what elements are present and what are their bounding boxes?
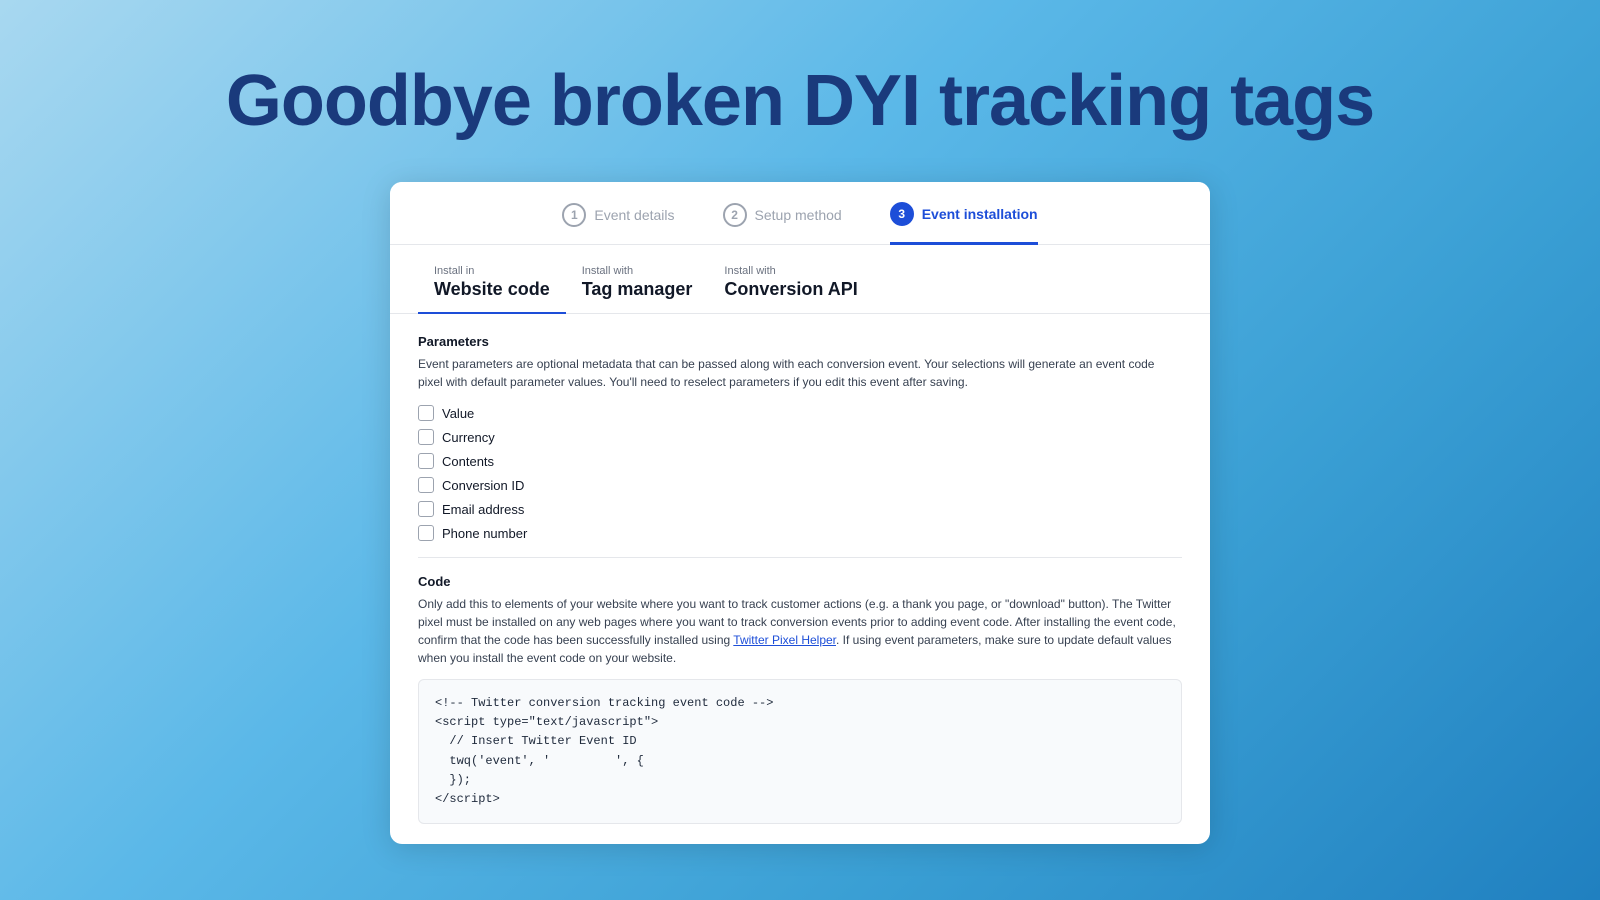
checkbox-phone[interactable]: [418, 525, 434, 541]
step-1-label: Event details: [594, 207, 674, 223]
checkbox-conversion[interactable]: [418, 477, 434, 493]
code-section-title: Code: [418, 574, 1182, 589]
checkbox-phone-row: Phone number: [418, 525, 1182, 541]
checkbox-currency[interactable]: [418, 429, 434, 445]
checkbox-contents[interactable]: [418, 453, 434, 469]
step-3-label: Event installation: [922, 206, 1038, 222]
parameters-section: Parameters Event parameters are optional…: [418, 334, 1182, 541]
step-3-number: 3: [898, 207, 905, 221]
tab-api-main: Conversion API: [724, 279, 857, 300]
step-3[interactable]: 3 Event installation: [890, 202, 1038, 245]
tab-website-main: Website code: [434, 279, 550, 300]
step-1-number: 1: [571, 208, 578, 222]
checkbox-value-row: Value: [418, 405, 1182, 421]
tab-tag-main: Tag manager: [582, 279, 693, 300]
checkbox-email-row: Email address: [418, 501, 1182, 517]
checkbox-currency-label: Currency: [442, 430, 495, 445]
step-2-label: Setup method: [755, 207, 842, 223]
tabs-row: Install in Website code Install with Tag…: [390, 245, 1210, 314]
step-2-number: 2: [731, 208, 738, 222]
step-2[interactable]: 2 Setup method: [723, 203, 842, 243]
checkbox-email[interactable]: [418, 501, 434, 517]
checkbox-contents-label: Contents: [442, 454, 494, 469]
checkbox-conversion-label: Conversion ID: [442, 478, 524, 493]
tab-conversion-api[interactable]: Install with Conversion API: [708, 261, 873, 313]
twitter-pixel-helper-link[interactable]: Twitter Pixel Helper: [733, 633, 836, 647]
tab-tag-manager[interactable]: Install with Tag manager: [566, 261, 709, 313]
code-block[interactable]: <!-- Twitter conversion tracking event c…: [418, 679, 1182, 824]
code-section-desc: Only add this to elements of your websit…: [418, 595, 1182, 667]
parameters-description: Event parameters are optional metadata t…: [418, 355, 1182, 391]
tab-website-sub: Install in: [434, 265, 550, 277]
checkbox-currency-row: Currency: [418, 429, 1182, 445]
step-3-circle: 3: [890, 202, 914, 226]
checkbox-contents-row: Contents: [418, 453, 1182, 469]
main-card: 1 Event details 2 Setup method 3 Event i…: [390, 182, 1210, 844]
step-2-circle: 2: [723, 203, 747, 227]
parameters-title: Parameters: [418, 334, 1182, 349]
tab-website-code[interactable]: Install in Website code: [418, 261, 566, 314]
hero-title: Goodbye broken DYI tracking tags: [226, 60, 1374, 142]
section-divider: [418, 557, 1182, 558]
card-content: Parameters Event parameters are optional…: [390, 314, 1210, 844]
checkbox-phone-label: Phone number: [442, 526, 527, 541]
steps-header: 1 Event details 2 Setup method 3 Event i…: [390, 182, 1210, 245]
checkbox-value[interactable]: [418, 405, 434, 421]
tab-tag-sub: Install with: [582, 265, 693, 277]
step-1-circle: 1: [562, 203, 586, 227]
checkbox-value-label: Value: [442, 406, 474, 421]
checkbox-email-label: Email address: [442, 502, 524, 517]
step-1[interactable]: 1 Event details: [562, 203, 674, 243]
tab-api-sub: Install with: [724, 265, 857, 277]
code-section: Code Only add this to elements of your w…: [418, 574, 1182, 824]
checkbox-conversion-row: Conversion ID: [418, 477, 1182, 493]
